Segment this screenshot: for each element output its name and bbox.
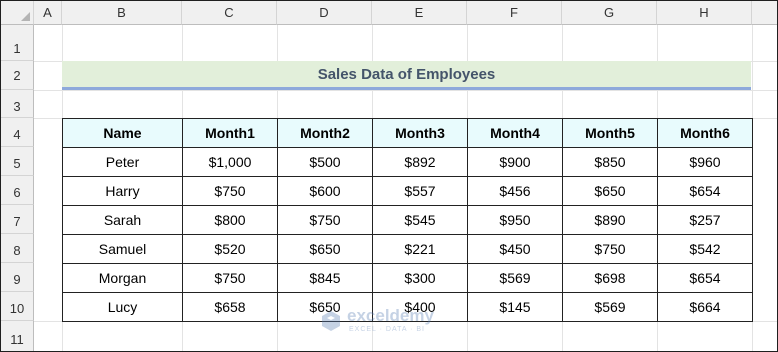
table-cell[interactable]: Morgan [62,263,183,293]
column-header-g[interactable]: G [562,1,657,25]
header-name[interactable]: Name [62,118,183,148]
row-header-10[interactable]: 10 [1,292,34,321]
table-cell[interactable]: $950 [467,205,563,235]
table-cell[interactable]: $890 [562,205,658,235]
column-header-h[interactable]: H [657,1,752,25]
column-header-a[interactable]: A [34,1,62,25]
header-month2[interactable]: Month2 [277,118,373,148]
table-cell[interactable]: $456 [467,176,563,206]
table-cell[interactable]: $750 [277,205,373,235]
select-all-corner[interactable] [1,1,34,25]
table-header-row: Name Month1 Month2 Month3 Month4 Month5 … [62,118,753,148]
row-header-9[interactable]: 9 [1,263,34,292]
table-cell[interactable]: $750 [562,234,658,264]
row-header-7[interactable]: 7 [1,205,34,234]
sales-table: Name Month1 Month2 Month3 Month4 Month5 … [62,118,753,322]
table-row: Peter $1,000 $500 $892 $900 $850 $960 [62,147,753,177]
table-cell[interactable]: Samuel [62,234,183,264]
table-cell[interactable]: $900 [467,147,563,177]
table-cell[interactable]: $557 [372,176,468,206]
table-cell[interactable]: Sarah [62,205,183,235]
table-cell[interactable]: $960 [657,147,753,177]
table-row: Sarah $800 $750 $545 $950 $890 $257 [62,205,753,235]
table-cell[interactable]: $650 [562,176,658,206]
column-header-d[interactable]: D [277,1,372,25]
table-cell[interactable]: $145 [467,292,563,322]
table-cell[interactable]: $221 [372,234,468,264]
table-cell[interactable]: $750 [182,263,278,293]
table-cell[interactable]: $658 [182,292,278,322]
watermark-tagline: EXCEL · DATA · BI [349,326,425,333]
table-cell[interactable]: $500 [277,147,373,177]
table-cell[interactable]: $698 [562,263,658,293]
header-month4[interactable]: Month4 [467,118,563,148]
table-cell[interactable]: $750 [182,176,278,206]
table-cell[interactable]: $400 [372,292,468,322]
table-cell[interactable]: Harry [62,176,183,206]
header-month1[interactable]: Month1 [182,118,278,148]
table-cell[interactable]: $845 [277,263,373,293]
gridline [34,90,777,91]
column-header-b[interactable]: B [62,1,182,25]
table-cell[interactable]: $300 [372,263,468,293]
header-month6[interactable]: Month6 [657,118,753,148]
row-header-5[interactable]: 5 [1,147,34,176]
table-row: Samuel $520 $650 $221 $450 $750 $542 [62,234,753,264]
table-cell[interactable]: $545 [372,205,468,235]
table-cell[interactable]: $892 [372,147,468,177]
table-cell[interactable]: $664 [657,292,753,322]
table-cell[interactable]: $520 [182,234,278,264]
table-cell[interactable]: Lucy [62,292,183,322]
table-cell[interactable]: $569 [467,263,563,293]
table-cell[interactable]: $569 [562,292,658,322]
table-cell[interactable]: $800 [182,205,278,235]
table-cell[interactable]: $654 [657,176,753,206]
row-header-8[interactable]: 8 [1,234,34,263]
column-header-overflow [752,1,777,25]
table-row: Harry $750 $600 $557 $456 $650 $654 [62,176,753,206]
table-cell[interactable]: $1,000 [182,147,278,177]
row-header-6[interactable]: 6 [1,176,34,205]
table-cell[interactable]: $850 [562,147,658,177]
table-cell[interactable]: $650 [277,292,373,322]
row-header-4[interactable]: 4 [1,118,34,147]
column-header-c[interactable]: C [182,1,277,25]
row-header-11[interactable]: 11 [1,321,34,351]
table-cell[interactable]: $654 [657,263,753,293]
table-cell[interactable]: $450 [467,234,563,264]
row-header-3[interactable]: 3 [1,90,34,118]
table-row: Lucy $658 $650 $400 $145 $569 $664 [62,292,753,322]
header-month5[interactable]: Month5 [562,118,658,148]
table-cell[interactable]: $542 [657,234,753,264]
table-row: Morgan $750 $845 $300 $569 $698 $654 [62,263,753,293]
table-cell[interactable]: $600 [277,176,373,206]
column-header-f[interactable]: F [467,1,562,25]
table-cell[interactable]: $257 [657,205,753,235]
row-header-2[interactable]: 2 [1,61,34,90]
table-cell[interactable]: $650 [277,234,373,264]
spreadsheet: A B C D E F G H 1 2 3 4 5 6 7 8 9 10 11 … [0,0,778,352]
column-header-e[interactable]: E [372,1,467,25]
sheet-title[interactable]: Sales Data of Employees [62,61,751,90]
table-cell[interactable]: Peter [62,147,183,177]
row-header-1[interactable]: 1 [1,25,34,61]
header-month3[interactable]: Month3 [372,118,468,148]
